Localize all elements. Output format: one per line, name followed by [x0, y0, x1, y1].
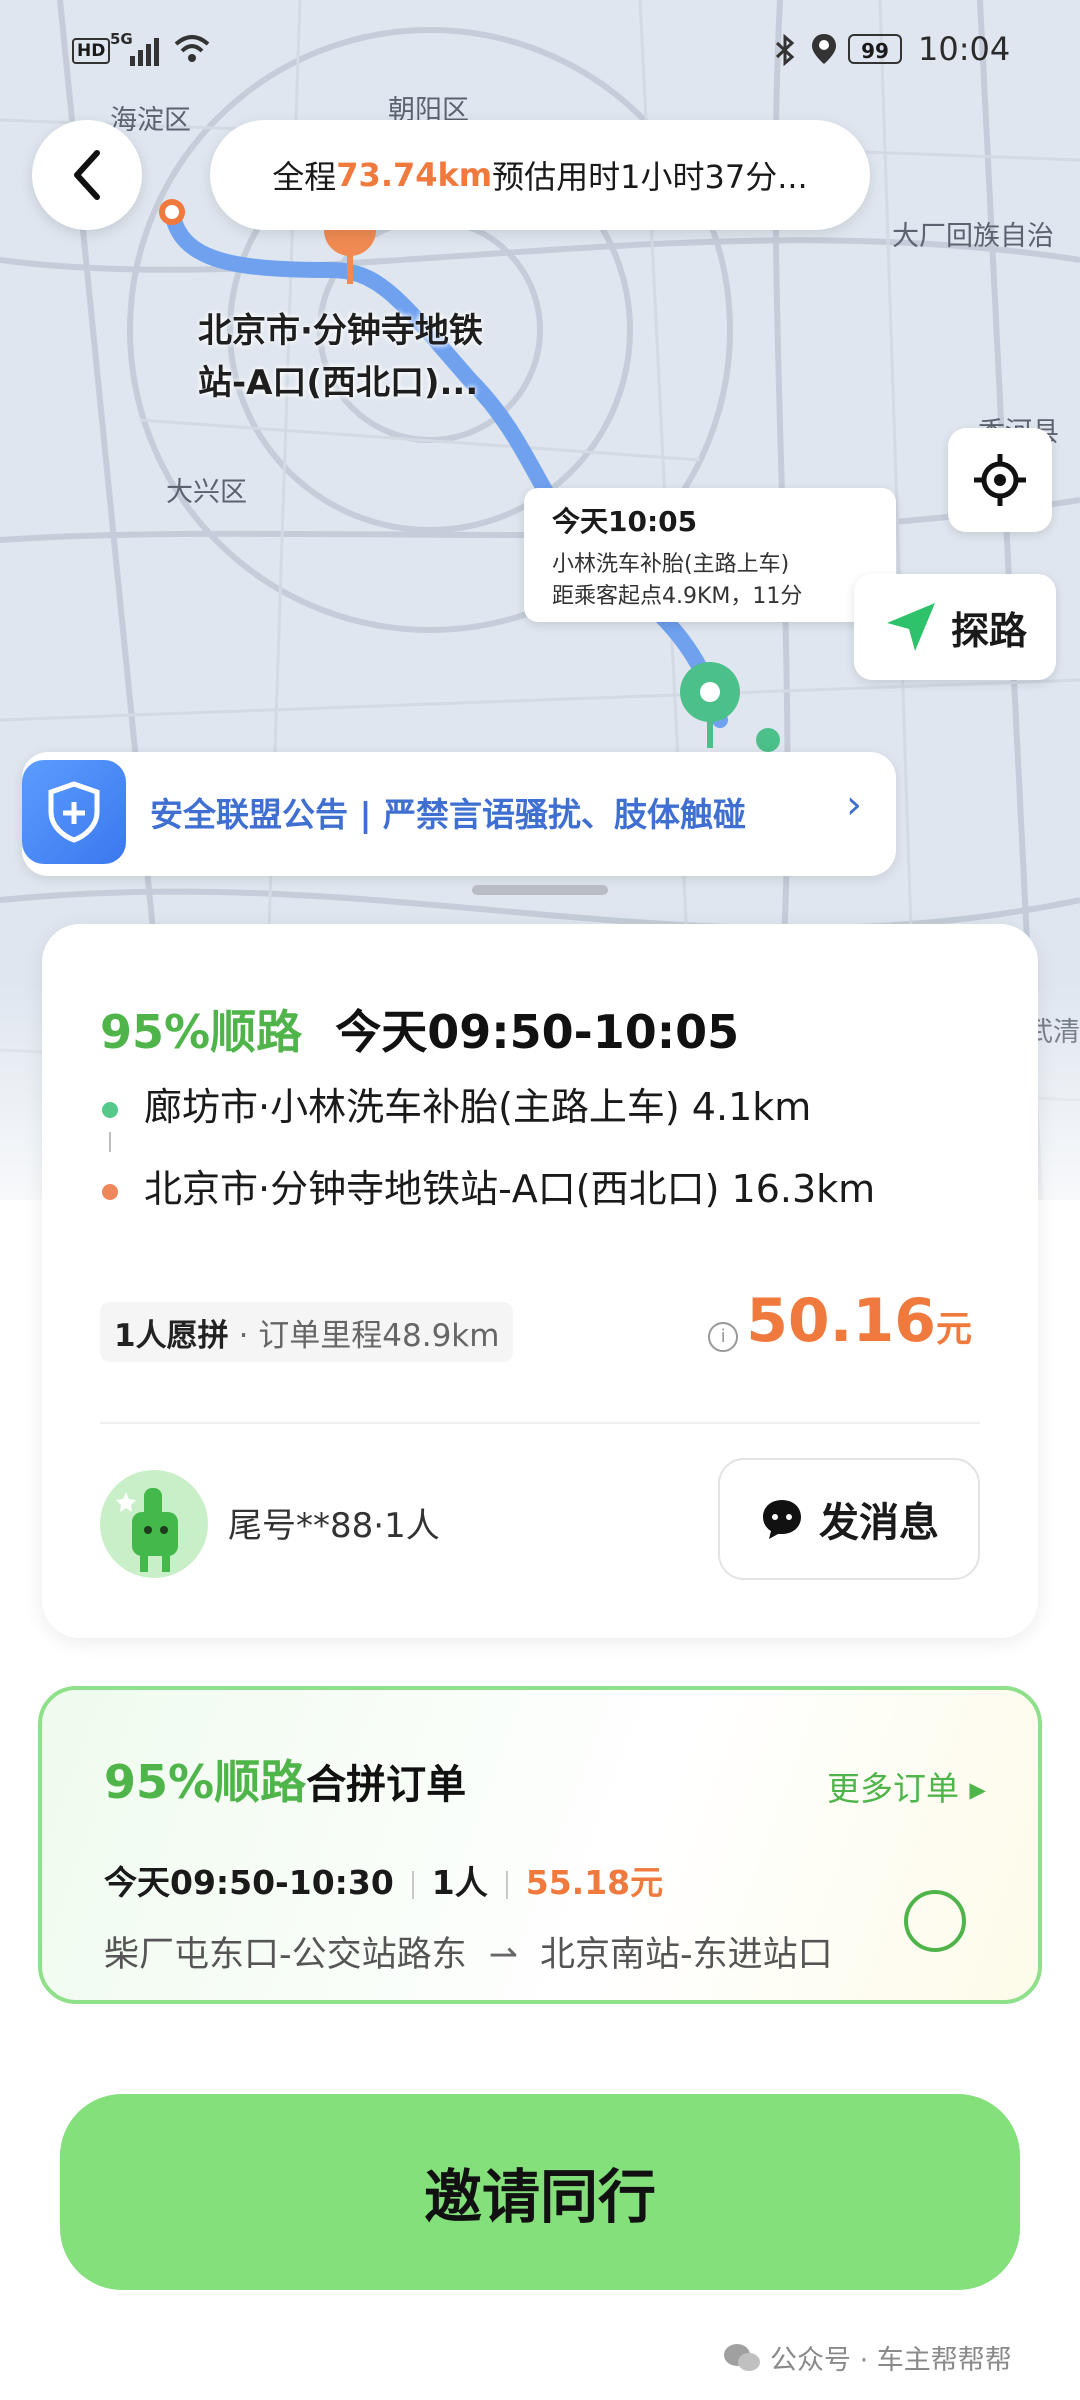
send-message-label: 发消息 [819, 1500, 939, 1546]
order-card[interactable]: 95%顺路 今天09:50-10:05 廊坊市·小林洗车补胎(主路上车) 4.1… [42, 924, 1038, 1638]
carpool-chip: 1人愿拼 · 订单里程48.9km [100, 1302, 514, 1362]
bluetooth-icon [775, 34, 795, 66]
separator [411, 1870, 414, 1899]
drag-handle[interactable] [472, 885, 608, 895]
stop-connector [109, 1132, 111, 1152]
shield-icon [22, 760, 126, 864]
signal-icon [130, 38, 159, 66]
pickup-time: 今天10:05 [552, 505, 698, 538]
notice-text: 安全联盟公告 | 严禁言语骚扰、肢体触碰 [150, 795, 747, 834]
combined-match-percent: 95%顺路 [104, 1755, 307, 1809]
destination-map-label: 北京市·分钟寺地铁 站-A口(西北口)... [198, 305, 538, 409]
order-price: i 50.16元 [708, 1286, 972, 1356]
explore-label: 探路 [950, 608, 1027, 653]
wechat-icon [724, 2343, 760, 2371]
clock: 10:04 [918, 30, 1011, 68]
combined-title: 合拼订单 [306, 1762, 467, 1808]
info-icon[interactable]: i [708, 1321, 739, 1352]
send-message-button[interactable]: 发消息 [718, 1458, 980, 1580]
separator [505, 1870, 508, 1899]
arrow-right-icon: ⇀ [488, 1935, 518, 1975]
map-place: 海淀区 [110, 105, 191, 136]
select-combined-radio[interactable] [904, 1890, 966, 1952]
battery-icon: 99 [848, 34, 902, 64]
pickup-text: 廊坊市·小林洗车补胎(主路上车) 4.1km [144, 1085, 812, 1129]
order-time-range: 今天09:50-10:05 [335, 1005, 740, 1059]
location-status-icon [812, 34, 836, 64]
price-value: 50.16 [746, 1286, 936, 1356]
route-summary-prefix: 全程 [272, 158, 337, 196]
avatar [100, 1470, 208, 1578]
combined-to: 北京南站-东进站口 [539, 1935, 833, 1975]
map-place: 大厂回族自治 [892, 221, 1054, 252]
navigation-arrow-icon [886, 603, 935, 651]
combined-time: 今天09:50-10:30 [104, 1863, 394, 1902]
combined-price: 55.18元 [525, 1863, 664, 1902]
back-button[interactable] [32, 120, 142, 230]
dropoff-text: 北京市·分钟寺地铁站-A口(西北口) 16.3km [144, 1167, 876, 1211]
route-eta: 预估用时1小时37分... [492, 158, 808, 196]
hd-icon: HD [72, 38, 111, 64]
chevron-right-icon: › [846, 782, 862, 828]
route-line [164, 204, 728, 728]
watermark: 公众号 · 车主帮帮帮 [722, 2338, 1012, 2377]
wifi-icon [174, 35, 210, 62]
destination-label-line: 站-A口(西北口)... [198, 363, 479, 403]
back-arrow-icon [74, 150, 100, 200]
combined-route: 柴厂屯东口-公交站路东 ⇀ 北京南站-东进站口 [104, 1926, 833, 1977]
price-unit: 元 [935, 1309, 972, 1350]
route-match-percent: 95%顺路 [100, 1005, 303, 1059]
pickup-place: 小林洗车补胎(主路上车) [552, 552, 790, 577]
dropoff-dot [102, 1183, 118, 1200]
locate-button[interactable] [948, 428, 1052, 532]
route-summary-pill: 全程 73.74km 预估用时1小时37分... [210, 120, 870, 230]
pickup-stop: 廊坊市·小林洗车补胎(主路上车) 4.1km [102, 1076, 811, 1131]
pickup-distance: 距乘客起点4.9KM，11分 [552, 584, 803, 609]
explore-route-button[interactable]: 探路 [854, 574, 1056, 680]
dropoff-stop: 北京市·分钟寺地铁站-A口(西北口) 16.3km [102, 1158, 875, 1213]
thumbs-up-avatar-icon [116, 1488, 178, 1572]
watermark-text: 公众号 · 车主帮帮帮 [770, 2345, 1012, 2376]
map-place: 大兴区 [166, 477, 247, 508]
divider [100, 1422, 980, 1424]
order-mileage: · 订单里程48.9km [238, 1317, 500, 1354]
pickup-dot [102, 1101, 118, 1118]
route-distance: 73.74km [336, 156, 493, 194]
combined-from: 柴厂屯东口-公交站路东 [104, 1935, 467, 1975]
combined-order-card[interactable]: 95%顺路合拼订单 更多订单 ▸ 今天09:50-10:30 1人 55.18元 柴… [38, 1686, 1042, 2004]
chat-bubble-icon [763, 1500, 801, 1539]
combined-people: 1人 [431, 1863, 488, 1902]
destination-label-line: 北京市·分钟寺地铁 [198, 311, 483, 351]
invite-button[interactable]: 邀请同行 [60, 2094, 1020, 2290]
carpool-willing: 1人愿拼 [114, 1317, 229, 1354]
pickup-info-bubble: 今天10:05 小林洗车补胎(主路上车) 距乘客起点4.9KM，11分 [524, 488, 896, 622]
passenger-info: 尾号**88·1人 [228, 1506, 440, 1546]
safety-notice-banner[interactable]: 安全联盟公告 | 严禁言语骚扰、肢体触碰 › [22, 752, 896, 876]
start-marker [159, 199, 185, 225]
crosshair-icon [974, 454, 1026, 506]
combined-info-row: 今天09:50-10:30 1人 55.18元 [104, 1856, 663, 1904]
more-orders-link[interactable]: 更多订单 ▸ [827, 1762, 986, 1810]
